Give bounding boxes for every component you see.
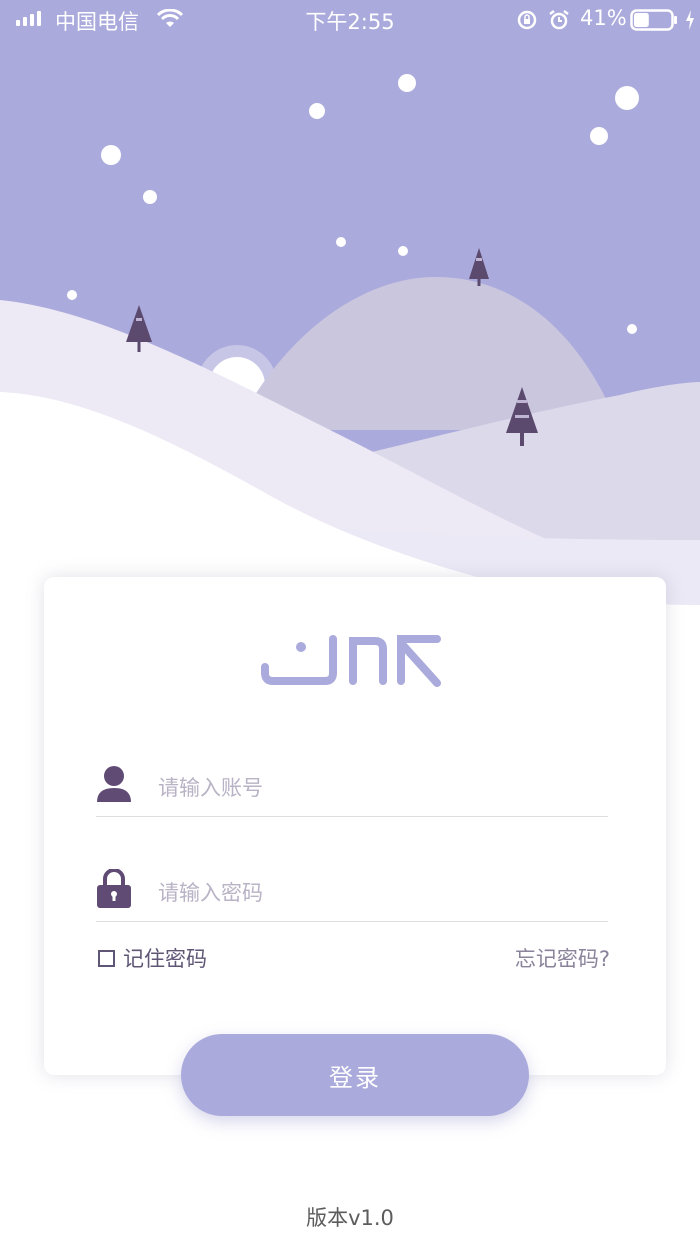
- alarm-clock-icon: [549, 10, 569, 30]
- snowy-landscape-illustration: [0, 0, 700, 610]
- login-card: 记住密码 忘记密码?: [44, 577, 666, 1075]
- user-icon: [97, 766, 131, 802]
- lock-icon: [97, 869, 131, 908]
- battery-percentage: 41%: [580, 6, 627, 30]
- version-label: 版本v1.0: [306, 1206, 394, 1230]
- rotation-lock-icon: [517, 10, 537, 30]
- login-button[interactable]: 登录: [181, 1034, 529, 1116]
- checkbox-icon[interactable]: [98, 949, 115, 967]
- remember-password-checkbox[interactable]: 记住密码: [98, 943, 207, 973]
- password-input[interactable]: [158, 869, 598, 917]
- account-input[interactable]: [158, 764, 598, 812]
- status-bar: 中国电信 下午2:55 41%: [0, 0, 700, 40]
- forgot-password-link[interactable]: 忘记密码?: [515, 943, 610, 973]
- battery-icon: [630, 9, 677, 31]
- remember-password-label: 记住密码: [123, 947, 207, 971]
- account-field: [96, 764, 608, 817]
- password-field: [96, 869, 608, 922]
- charging-bolt-icon: [686, 10, 694, 30]
- jn-logo: [261, 635, 441, 687]
